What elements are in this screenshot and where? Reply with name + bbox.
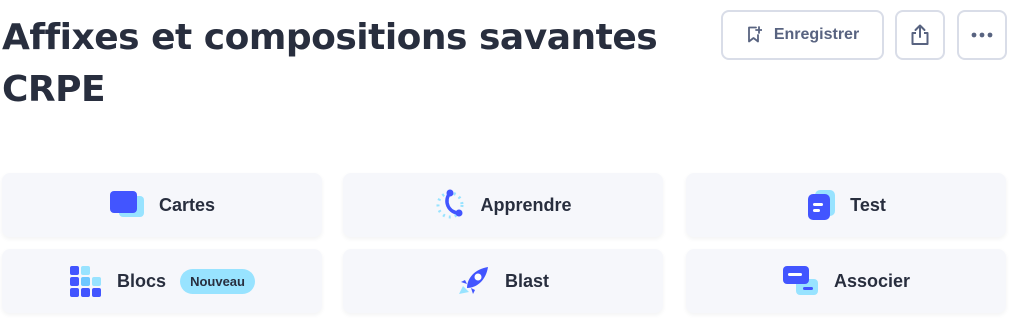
share-icon: [909, 24, 931, 46]
save-button-label: Enregistrer: [773, 26, 860, 43]
bookmark-plus-icon: [746, 26, 762, 44]
mode-learn-button[interactable]: Apprendre: [343, 173, 663, 237]
mode-learn-label: Apprendre: [480, 194, 572, 215]
cards-icon: [109, 190, 145, 220]
blocks-icon: [69, 265, 103, 297]
rocket-icon: [457, 264, 491, 298]
mode-blocks-button[interactable]: Blocs Nouveau: [2, 249, 322, 313]
mode-cards-label: Cartes: [158, 194, 216, 215]
mode-match-label: Associer: [833, 270, 911, 291]
mode-blocks-label: Blocs: [117, 270, 167, 291]
more-options-button[interactable]: [957, 10, 1007, 60]
learn-progress-icon: [434, 189, 466, 221]
mode-blast-label: Blast: [504, 270, 549, 291]
test-icon: [806, 189, 836, 221]
match-icon: [782, 265, 820, 297]
more-dots-icon: [971, 32, 993, 38]
share-button[interactable]: [895, 10, 945, 60]
mode-cards-button[interactable]: Cartes: [2, 173, 322, 237]
mode-test-button[interactable]: Test: [686, 173, 1006, 237]
mode-test-label: Test: [850, 194, 886, 215]
page-title: Affixes et compositions savantes CRPE: [2, 17, 658, 110]
new-badge: Nouveau: [180, 268, 255, 294]
mode-blast-button[interactable]: Blast: [343, 249, 663, 313]
mode-match-button[interactable]: Associer: [686, 249, 1006, 313]
save-button[interactable]: Enregistrer: [721, 10, 884, 60]
